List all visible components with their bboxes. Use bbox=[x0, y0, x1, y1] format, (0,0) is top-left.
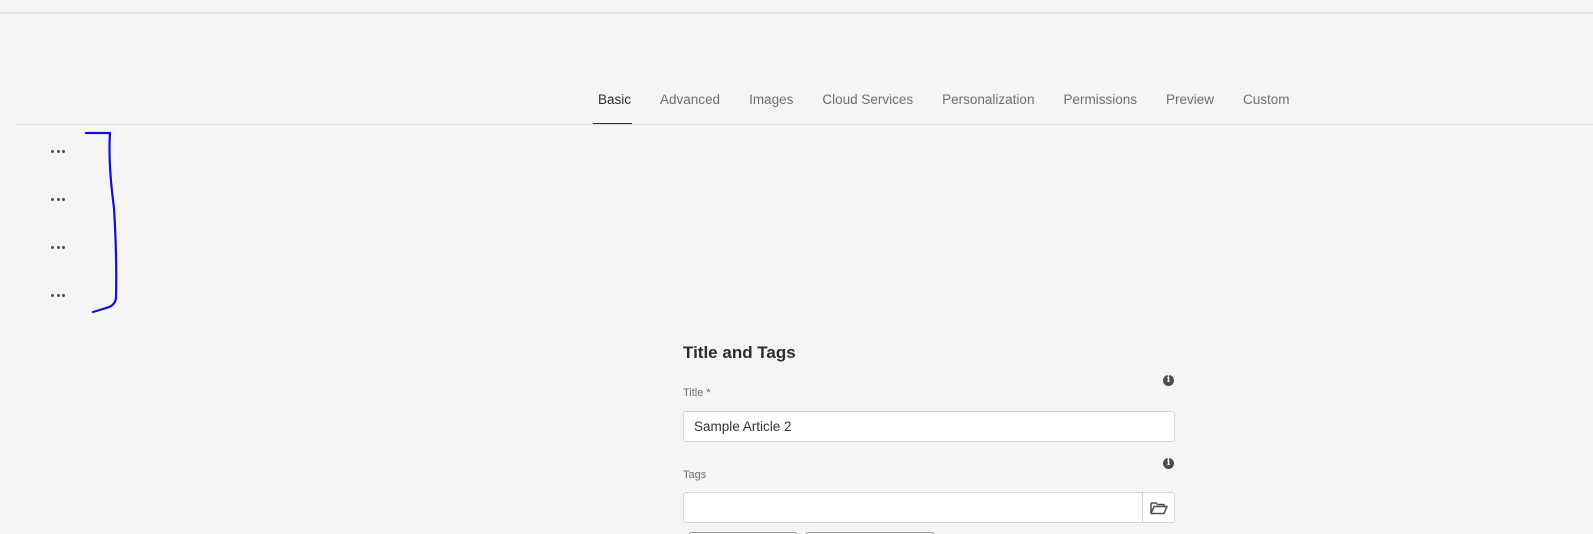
title-input[interactable] bbox=[683, 411, 1175, 442]
tags-browse-button[interactable] bbox=[1143, 492, 1175, 523]
properties-tab-bar: Basic Advanced Images Cloud Services Per… bbox=[592, 84, 1319, 125]
more-icon bbox=[51, 197, 54, 201]
title-info-icon[interactable]: i bbox=[1163, 375, 1174, 386]
tags-picker bbox=[683, 492, 1175, 523]
folder-open-icon bbox=[1149, 501, 1168, 514]
tab-bar-divider bbox=[16, 124, 1593, 125]
tab-basic[interactable]: Basic bbox=[592, 84, 633, 125]
tags-input[interactable] bbox=[683, 492, 1143, 523]
more-icon bbox=[51, 245, 54, 249]
tab-custom[interactable]: Custom bbox=[1243, 84, 1290, 116]
tab-images[interactable]: Images bbox=[749, 84, 793, 116]
more-icon bbox=[51, 293, 54, 297]
more-actions-button-2[interactable] bbox=[47, 193, 69, 205]
tags-field-label: Tags bbox=[683, 469, 707, 481]
tab-personalization[interactable]: Personalization bbox=[942, 84, 1034, 116]
hand-drawn-bracket-annotation bbox=[84, 131, 118, 314]
more-icon bbox=[51, 149, 54, 153]
section-title: Title and Tags bbox=[683, 343, 796, 362]
page-properties-screen: Basic Advanced Images Cloud Services Per… bbox=[0, 0, 1593, 534]
tab-permissions[interactable]: Permissions bbox=[1063, 84, 1137, 116]
tab-cloud-services[interactable]: Cloud Services bbox=[822, 84, 913, 116]
header-divider bbox=[0, 12, 1593, 14]
more-actions-button-4[interactable] bbox=[47, 289, 69, 301]
tab-preview[interactable]: Preview bbox=[1166, 84, 1214, 116]
title-field-label: Title * bbox=[683, 387, 711, 399]
more-actions-button-1[interactable] bbox=[47, 145, 69, 157]
tags-info-icon[interactable]: i bbox=[1163, 458, 1174, 469]
tab-advanced[interactable]: Advanced bbox=[660, 84, 720, 116]
more-actions-button-3[interactable] bbox=[47, 241, 69, 253]
